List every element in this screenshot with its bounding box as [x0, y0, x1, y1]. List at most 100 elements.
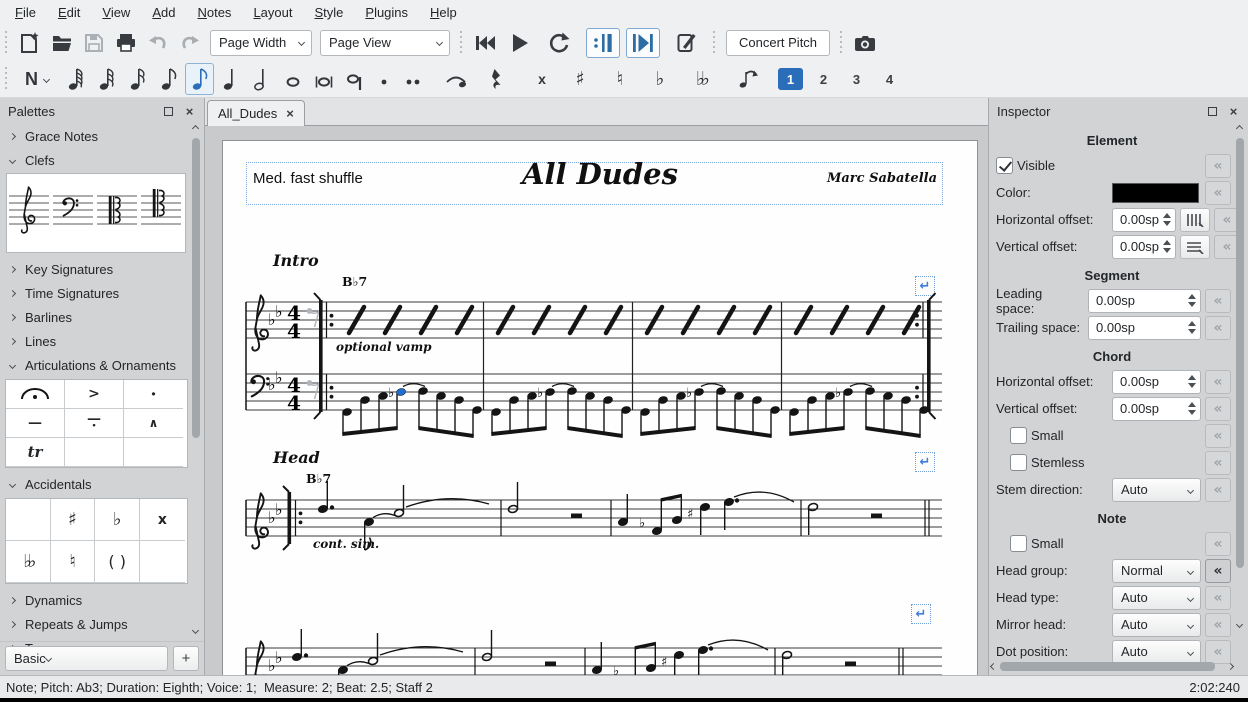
tab-all-dudes[interactable]: All_Dudes ×: [207, 100, 305, 126]
spin-arrows-icon[interactable]: [1188, 375, 1196, 388]
parentheses-cell[interactable]: ( ): [95, 541, 140, 583]
palette-item-articulations[interactable]: Articulations & Ornaments: [0, 353, 204, 377]
reset-stem-direction-button[interactable]: «: [1205, 478, 1231, 502]
add-workspace-button[interactable]: +: [173, 646, 199, 671]
spin-arrows-icon[interactable]: [1188, 321, 1196, 334]
new-score-button[interactable]: [15, 28, 45, 58]
image-capture-button[interactable]: [850, 28, 880, 58]
duration-64th-button[interactable]: [61, 63, 90, 95]
menu-edit[interactable]: Edit: [47, 2, 91, 23]
loop-playback-button[interactable]: [544, 28, 574, 58]
toolbar-drag-handle[interactable]: [4, 67, 9, 91]
leading-space-spinbox[interactable]: 0.00sp: [1088, 289, 1201, 313]
zoom-combobox[interactable]: Page Width: [210, 30, 312, 56]
undock-button[interactable]: [162, 105, 175, 118]
menu-file[interactable]: File: [4, 2, 47, 23]
empty-cell[interactable]: [65, 438, 124, 467]
rest-button[interactable]: [480, 63, 509, 95]
reset-stemless-button[interactable]: «: [1205, 451, 1231, 475]
rewind-button[interactable]: [470, 28, 500, 58]
empty-cell[interactable]: [6, 499, 51, 541]
undock-button[interactable]: [1206, 105, 1219, 118]
toolbar-drag-handle[interactable]: [4, 31, 9, 55]
chord-voffset-spinbox[interactable]: 0.00sp: [1112, 397, 1201, 421]
snap-vertical-button[interactable]: [1180, 235, 1210, 259]
open-button[interactable]: [47, 28, 77, 58]
double-sharp-cell[interactable]: x: [140, 499, 185, 541]
duration-breve-button[interactable]: [309, 63, 338, 95]
reset-note-small-button[interactable]: «: [1205, 532, 1231, 556]
workspace-combobox[interactable]: Basic: [5, 646, 168, 671]
toolbar-drag-handle[interactable]: [459, 31, 464, 55]
flat-button[interactable]: ♭: [641, 63, 679, 95]
double-flat-button[interactable]: ♭♭: [681, 63, 721, 95]
scrollbar-handle[interactable]: [1236, 138, 1244, 568]
visible-checkbox[interactable]: [996, 157, 1013, 174]
empty-cell[interactable]: [140, 541, 185, 583]
head-type-dropdown[interactable]: Auto: [1112, 586, 1201, 610]
inspector-scrollbar[interactable]: [1235, 126, 1245, 629]
spin-arrows-icon[interactable]: [1188, 402, 1196, 415]
palette-item-dynamics[interactable]: Dynamics: [0, 588, 204, 612]
toolbar-drag-handle[interactable]: [712, 31, 717, 55]
reset-visible-button[interactable]: «: [1205, 154, 1231, 178]
tie-button[interactable]: [441, 63, 470, 95]
duration-16th-button[interactable]: [123, 63, 152, 95]
spin-arrows-icon[interactable]: [1163, 213, 1171, 226]
chord-hoffset-spinbox[interactable]: 0.00sp: [1112, 370, 1201, 394]
play-repeats-toggle[interactable]: [586, 28, 620, 58]
reset-color-button[interactable]: «: [1205, 181, 1231, 205]
menu-style[interactable]: Style: [303, 2, 354, 23]
element-voffset-spinbox[interactable]: 0.00sp: [1112, 235, 1176, 259]
palette-item-lines[interactable]: Lines: [0, 329, 204, 353]
menu-plugins[interactable]: Plugins: [354, 2, 419, 23]
element-hoffset-spinbox[interactable]: 0.00sp: [1112, 208, 1176, 232]
trailing-space-spinbox[interactable]: 0.00sp: [1088, 316, 1201, 340]
score-page[interactable]: Med. fast shuffle All Dudes Marc Sabatel…: [222, 140, 978, 675]
redo-button[interactable]: [175, 28, 205, 58]
reset-leading-button[interactable]: «: [1205, 289, 1231, 313]
undo-button[interactable]: [143, 28, 173, 58]
voice-1-button[interactable]: 1: [778, 68, 803, 90]
color-swatch[interactable]: [1112, 183, 1199, 203]
spin-arrows-icon[interactable]: [1163, 240, 1171, 253]
fermata-cell[interactable]: [6, 380, 65, 409]
reset-trailing-button[interactable]: «: [1205, 316, 1231, 340]
tab-close-icon[interactable]: ×: [286, 106, 294, 121]
sharp-cell[interactable]: ♯: [51, 499, 96, 541]
natural-button[interactable]: ♮: [601, 63, 639, 95]
duration-longa-button[interactable]: [340, 63, 369, 95]
accent-cell[interactable]: >: [65, 380, 124, 409]
reset-mirror-head-button[interactable]: «: [1205, 613, 1231, 637]
double-flat-cell[interactable]: ♭♭: [6, 541, 51, 583]
stem-direction-dropdown[interactable]: Auto: [1112, 478, 1201, 502]
concert-pitch-button[interactable]: Concert Pitch: [726, 30, 830, 56]
reset-head-type-button[interactable]: «: [1205, 586, 1231, 610]
reset-chord-voffset-button[interactable]: «: [1205, 397, 1231, 421]
augmentation-dot-button[interactable]: [371, 63, 397, 95]
voice-3-button[interactable]: 3: [844, 68, 869, 90]
trill-cell[interactable]: tr: [6, 438, 65, 467]
flip-direction-button[interactable]: [733, 63, 762, 95]
inspector-hscrollbar[interactable]: [991, 660, 1233, 672]
palette-item-repeats-jumps[interactable]: Repeats & Jumps: [0, 612, 204, 636]
stemless-checkbox[interactable]: [1010, 454, 1027, 471]
tenuto-staccato-cell[interactable]: — ·: [65, 409, 124, 438]
close-panel-button[interactable]: ×: [183, 105, 196, 118]
palette-item-grace-notes[interactable]: Grace Notes: [0, 124, 204, 148]
close-panel-button[interactable]: ×: [1227, 105, 1240, 118]
view-mode-combobox[interactable]: Page View: [320, 30, 450, 56]
voice-2-button[interactable]: 2: [811, 68, 836, 90]
menu-add[interactable]: Add: [141, 2, 186, 23]
toolbar-drag-handle[interactable]: [839, 31, 844, 55]
scrollbar-handle[interactable]: [1000, 662, 1215, 671]
staccato-cell[interactable]: ·: [124, 380, 183, 409]
score-view[interactable]: Med. fast shuffle All Dudes Marc Sabatel…: [205, 126, 988, 675]
reset-head-group-button[interactable]: «: [1205, 559, 1231, 583]
palette-item-barlines[interactable]: Barlines: [0, 305, 204, 329]
pan-playback-toggle[interactable]: [626, 28, 660, 58]
head-group-dropdown[interactable]: Normal: [1112, 559, 1201, 583]
metronome-button[interactable]: [672, 28, 702, 58]
duration-quarter-button[interactable]: [216, 63, 245, 95]
clefs-palette-grid[interactable]: [6, 173, 186, 253]
